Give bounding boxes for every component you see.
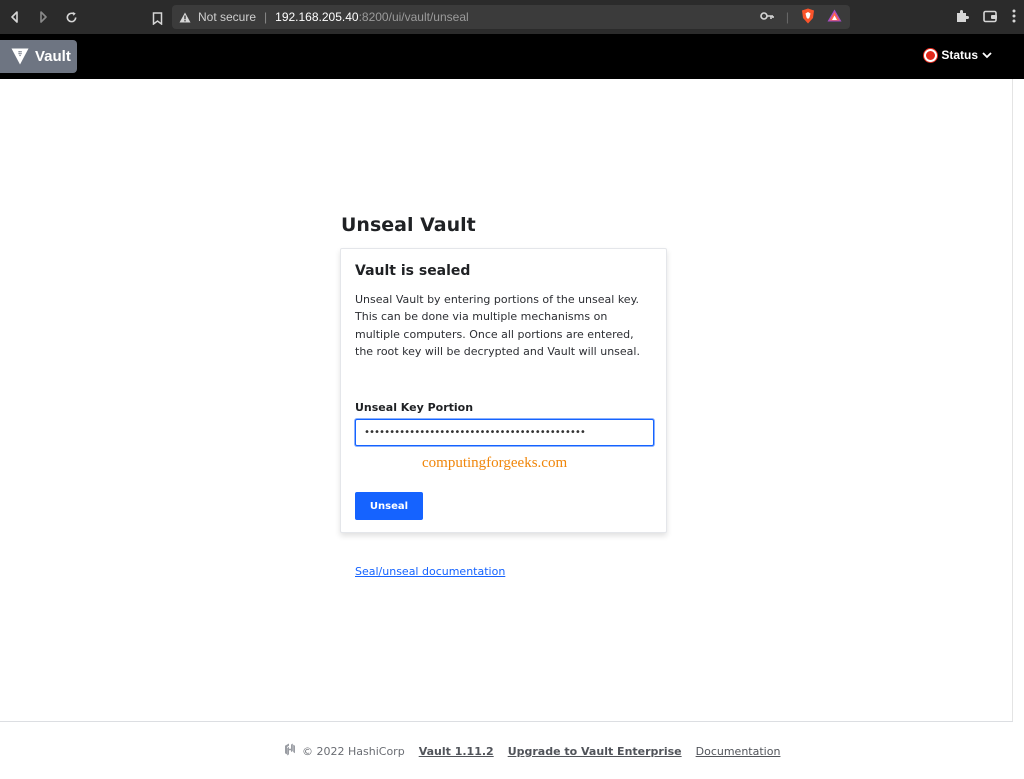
address-bar[interactable]: Not secure | 192.168.205.40:8200/ui/vaul…	[172, 5, 850, 29]
bookmark-icon[interactable]	[144, 5, 170, 31]
status-label: Status	[941, 48, 978, 62]
upgrade-enterprise-link[interactable]: Upgrade to Vault Enterprise	[508, 745, 682, 758]
watermark-text: computingforgeeks.com	[422, 455, 568, 471]
card-description: Unseal Vault by entering portions of the…	[355, 293, 640, 359]
vault-version-link[interactable]: Vault 1.11.2	[419, 745, 494, 758]
extensions-area	[955, 4, 1016, 30]
app-header: Vault Status	[0, 34, 1024, 79]
seal-unseal-docs-link[interactable]: Seal/unseal documentation	[355, 565, 505, 578]
back-icon[interactable]	[2, 4, 28, 30]
reload-icon[interactable]	[58, 4, 84, 30]
copyright-text: © 2022 HashiCorp	[302, 744, 405, 758]
brand-name: Vault	[35, 48, 71, 65]
unseal-key-input[interactable]	[355, 419, 654, 446]
unseal-key-label: Unseal Key Portion	[355, 401, 474, 414]
footer-content: © 2022 HashiCorp Vault 1.11.2 Upgrade to…	[284, 743, 780, 759]
documentation-link[interactable]: Documentation	[696, 745, 781, 758]
extensions-icon[interactable]	[955, 8, 969, 27]
brave-shield-icon[interactable]	[801, 8, 815, 27]
url-host: 192.168.205.40	[275, 10, 359, 24]
page-title: Unseal Vault	[341, 214, 476, 236]
scrollbar-edge	[1012, 79, 1013, 778]
unseal-card: Vault is sealed Unseal Vault by entering…	[340, 248, 667, 533]
wallet-icon[interactable]	[983, 8, 998, 27]
status-menu[interactable]: Status	[924, 48, 992, 62]
vault-logo-icon	[11, 48, 29, 65]
security-status: Not secure	[198, 10, 257, 24]
hashicorp-logo-icon	[284, 743, 296, 759]
sealed-status-icon	[924, 48, 938, 62]
vault-home-link[interactable]: Vault	[0, 40, 77, 73]
unseal-button[interactable]: Unseal	[355, 492, 423, 520]
url-path: :8200/ui/vault/unseal	[358, 10, 469, 24]
brave-rewards-icon[interactable]	[827, 9, 842, 25]
key-icon[interactable]	[760, 10, 774, 24]
footer: © 2022 HashiCorp Vault 1.11.2 Upgrade to…	[0, 721, 1013, 779]
warning-icon	[178, 10, 192, 24]
menu-icon[interactable]	[1012, 8, 1016, 27]
address-separator: |	[264, 10, 268, 24]
chevron-down-icon	[982, 48, 992, 62]
card-title: Vault is sealed	[355, 263, 471, 279]
address-divider: |	[785, 10, 789, 24]
browser-toolbar: Not secure | 192.168.205.40:8200/ui/vaul…	[0, 0, 1024, 35]
forward-icon[interactable]	[30, 4, 56, 30]
